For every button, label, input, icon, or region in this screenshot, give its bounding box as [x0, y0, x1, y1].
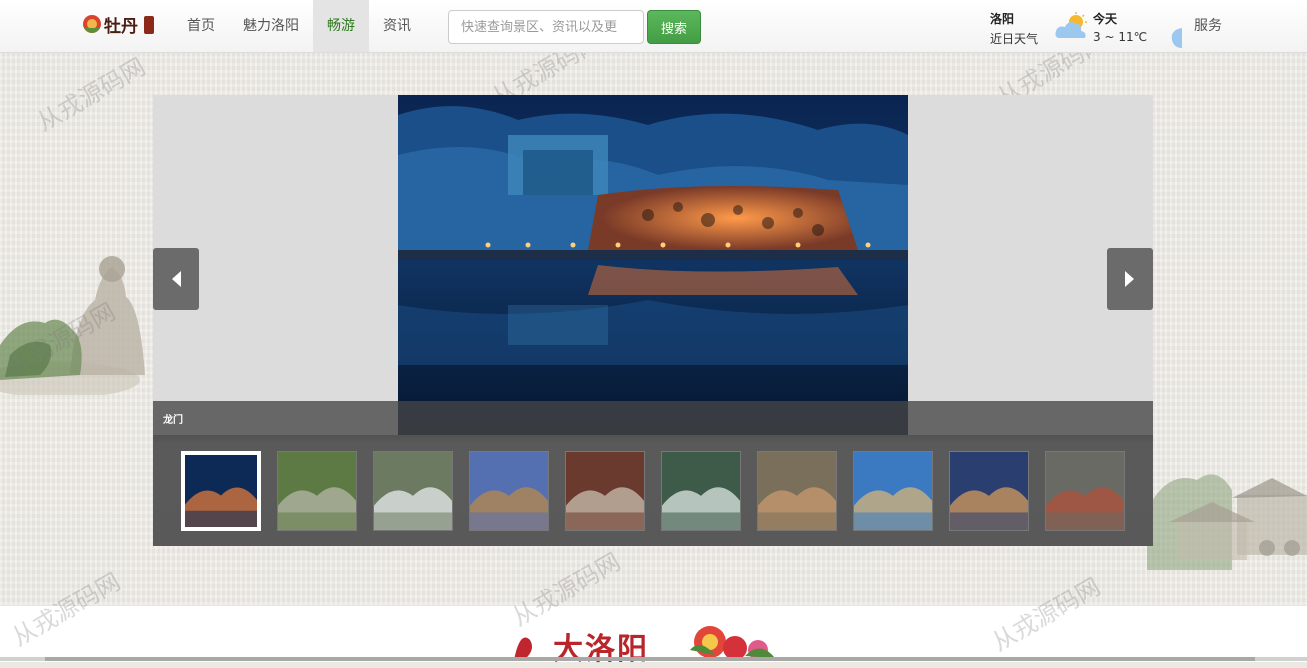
- search-button[interactable]: 搜索: [647, 10, 701, 44]
- site-logo[interactable]: 牡丹: [80, 12, 158, 40]
- scrollbar-thumb[interactable]: [45, 657, 1255, 661]
- cloud-icon: [1171, 28, 1182, 48]
- weather-city: 洛阳: [990, 12, 1015, 26]
- nav-charm-luoyang[interactable]: 魅力洛阳: [229, 0, 313, 52]
- main-photo-longmen[interactable]: [398, 95, 908, 435]
- thumb-waterfall[interactable]: [373, 451, 453, 531]
- nav-news[interactable]: 资讯: [369, 0, 425, 52]
- prev-slide-button[interactable]: [153, 248, 199, 310]
- thumb-garden-path[interactable]: [277, 451, 357, 531]
- logo-text: 牡丹: [104, 16, 138, 37]
- caption-bar: 龙门: [153, 401, 1153, 435]
- next-slide-button[interactable]: [1107, 248, 1153, 310]
- footer-banner: 大洛阳: [0, 605, 1307, 667]
- flower-decoration: [514, 626, 775, 660]
- partly-cloudy-icon: [1055, 12, 1087, 38]
- thumb-gate[interactable]: [565, 451, 645, 531]
- thumb-cascade[interactable]: [661, 451, 741, 531]
- scenic-slider: 龙门: [153, 95, 1153, 546]
- top-header: 牡丹 首页 魅力洛阳 畅游 资讯 搜索 洛阳 近日天气 今天 3 ~ 11℃ 服…: [0, 0, 1307, 53]
- buddha-statue-scenery: [0, 256, 145, 395]
- weather-temperature: 3 ~ 11℃: [1093, 30, 1148, 44]
- weather-subtitle: 近日天气: [990, 32, 1039, 46]
- thumbnail-strip: [153, 435, 1153, 546]
- temple-scenery: [1147, 474, 1307, 570]
- slide-caption: 龙门: [163, 415, 183, 426]
- thumb-misty-forest[interactable]: [1045, 451, 1125, 531]
- nav-home[interactable]: 首页: [173, 0, 229, 52]
- chevron-left-icon: [172, 271, 181, 287]
- thumb-mountain-pavilion[interactable]: [853, 451, 933, 531]
- nav-tour[interactable]: 畅游: [313, 0, 369, 52]
- thumb-longmen[interactable]: [181, 451, 261, 531]
- thumb-night-wall[interactable]: [949, 451, 1029, 531]
- chevron-right-icon: [1125, 271, 1134, 287]
- thumb-temple-hill[interactable]: [469, 451, 549, 531]
- footer-banner-text: 大洛阳: [553, 632, 649, 667]
- thumb-rock-cave[interactable]: [757, 451, 837, 531]
- slider-stage: 龙门: [153, 95, 1153, 435]
- weather-today-label: 今天: [1093, 12, 1118, 26]
- horizontal-scrollbar[interactable]: [0, 657, 1307, 661]
- nav-service[interactable]: 服务: [1194, 0, 1222, 52]
- search-input[interactable]: [448, 10, 644, 44]
- main-nav: 首页 魅力洛阳 畅游 资讯: [173, 0, 425, 52]
